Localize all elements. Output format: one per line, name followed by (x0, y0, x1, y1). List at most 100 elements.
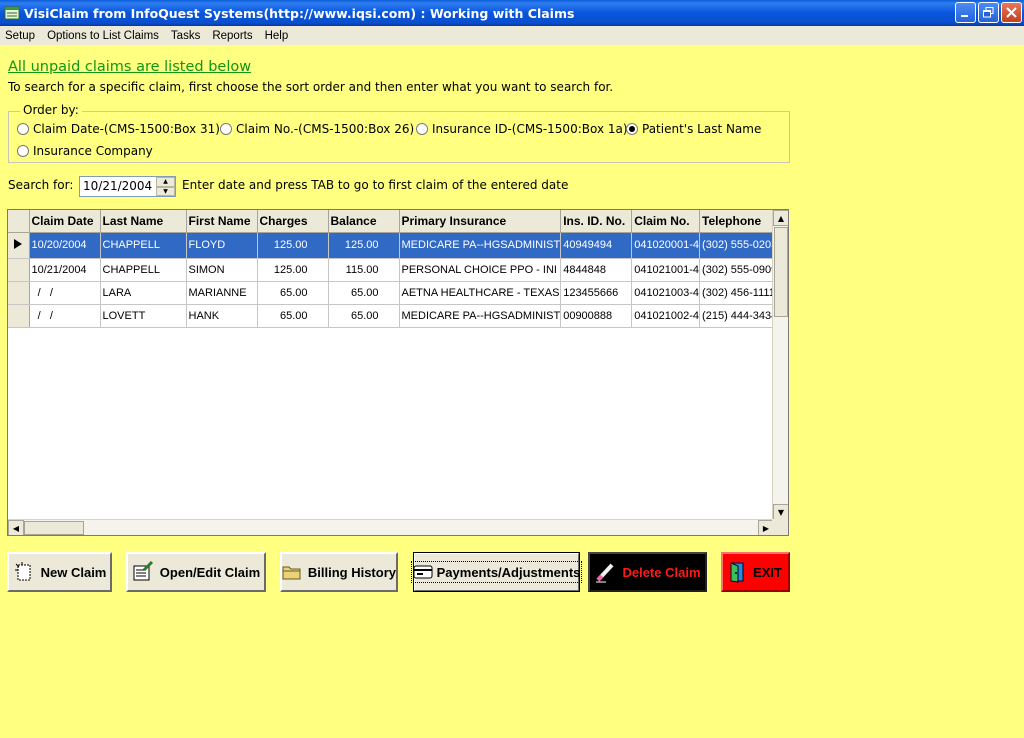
cell-primary-insurance[interactable]: MEDICARE PA--HGSADMINIST (399, 232, 562, 259)
menu-tasks[interactable]: Tasks (165, 30, 206, 42)
cell-last-name[interactable]: CHAPPELL (100, 232, 187, 259)
cell-ins-id[interactable]: 4844848 (560, 258, 633, 282)
column-header[interactable]: Balance (328, 210, 400, 233)
radio-claim-no[interactable]: Claim No.-(CMS-1500:Box 26) (220, 122, 414, 136)
cell-first-name[interactable]: HANK (186, 304, 258, 328)
eraser-icon (596, 563, 614, 583)
cell-claim-date[interactable]: 10/21/2004 (29, 258, 101, 282)
table-row[interactable]: / / LOVETT HANK 65.00 65.00 MEDICARE PA-… (8, 304, 785, 328)
radio-insurance-company[interactable]: Insurance Company (17, 144, 153, 158)
horizontal-scroll-thumb[interactable] (24, 521, 84, 535)
cell-charges[interactable]: 65.00 (257, 281, 329, 305)
header-row: Claim Date Last Name First Name Charges … (8, 210, 785, 233)
open-edit-claim-button[interactable]: Open/Edit Claim (126, 552, 266, 592)
cell-balance[interactable]: 115.00 (328, 258, 400, 282)
radio-insurance-id[interactable]: Insurance ID-(CMS-1500:Box 1a) (416, 122, 628, 136)
billing-history-button[interactable]: Billing History (280, 552, 398, 592)
cell-charges[interactable]: 125.00 (257, 232, 329, 259)
radio-claim-date[interactable]: Claim Date-(CMS-1500:Box 31) (17, 122, 220, 136)
cell-first-name[interactable]: SIMON (186, 258, 258, 282)
cell-ins-id[interactable]: 40949494 (560, 232, 633, 259)
close-button[interactable] (1001, 2, 1022, 23)
exit-button[interactable]: EXIT (721, 552, 790, 592)
table-row[interactable]: 10/21/2004 CHAPPELL SIMON 125.00 115.00 … (8, 258, 785, 282)
column-header[interactable]: Claim No. (631, 210, 701, 233)
column-header[interactable]: Ins. ID. No. (560, 210, 633, 233)
cell-claim-date[interactable]: / / (29, 304, 101, 328)
cell-first-name[interactable]: FLOYD (186, 232, 258, 259)
cell-primary-insurance[interactable]: AETNA HEALTHCARE - TEXAS (399, 281, 562, 305)
radio-circle (17, 123, 29, 135)
cell-primary-insurance[interactable]: PERSONAL CHOICE PPO - INI (399, 258, 562, 282)
vertical-scroll-thumb[interactable] (774, 227, 788, 317)
restore-button[interactable] (978, 2, 999, 23)
row-selector-header (8, 210, 30, 233)
open-edit-claim-label: Open/Edit Claim (159, 564, 261, 580)
delete-claim-button[interactable]: Delete Claim (588, 552, 707, 592)
column-header[interactable]: Last Name (100, 210, 187, 233)
column-header[interactable]: Claim Date (29, 210, 101, 233)
column-header[interactable]: Telephone (699, 210, 785, 233)
menu-reports[interactable]: Reports (206, 30, 258, 42)
cell-claim-no[interactable]: 041021003-4 (631, 281, 701, 305)
cell-last-name[interactable]: CHAPPELL (100, 258, 187, 282)
cell-telephone[interactable]: (215) 444-3434 (699, 304, 785, 328)
cell-telephone[interactable]: (302) 555-0909 (699, 258, 785, 282)
spin-down-icon[interactable]: ▼ (156, 186, 175, 196)
cell-balance[interactable]: 65.00 (328, 281, 400, 305)
cell-last-name[interactable]: LARA (100, 281, 187, 305)
row-selector[interactable] (8, 304, 30, 328)
new-claim-button[interactable]: New Claim (7, 552, 112, 592)
payments-adjustments-button[interactable]: Payments/Adjustments (410, 552, 583, 592)
app-icon (4, 5, 20, 21)
payments-adjustments-inner: Payments/Adjustments (410, 561, 583, 583)
billing-history-label: Billing History (307, 564, 396, 580)
spin-up-icon[interactable]: ▲ (156, 177, 175, 187)
minimize-icon (961, 15, 968, 17)
cell-charges[interactable]: 125.00 (257, 258, 329, 282)
cell-claim-date[interactable]: / / (29, 281, 101, 305)
menu-options-to-list-claims[interactable]: Options to List Claims (41, 30, 165, 42)
cell-telephone[interactable]: (302) 456-1111 (699, 281, 785, 305)
cell-claim-no[interactable]: 041020001-4 (631, 232, 701, 259)
folder-icon (282, 566, 301, 580)
radio-patient-last-name[interactable]: Patient's Last Name (626, 122, 761, 136)
edit-form-icon (133, 561, 153, 581)
cell-last-name[interactable]: LOVETT (100, 304, 187, 328)
new-claim-label: New Claim (40, 564, 107, 580)
scroll-down-icon[interactable]: ▼ (773, 504, 788, 520)
cell-claim-date[interactable]: 10/20/2004 (29, 232, 101, 259)
horizontal-scrollbar[interactable]: ◀ ▶ (8, 519, 774, 535)
menu-help[interactable]: Help (259, 30, 295, 42)
cell-balance[interactable]: 125.00 (328, 232, 400, 259)
column-header[interactable]: Charges (257, 210, 329, 233)
menu-setup[interactable]: Setup (0, 30, 41, 42)
row-selector[interactable] (8, 232, 30, 259)
radio-label: Insurance Company (33, 144, 153, 158)
new-document-icon (14, 562, 31, 581)
claims-grid[interactable]: Claim Date Last Name First Name Charges … (7, 209, 789, 536)
search-label: Search for: (8, 178, 74, 192)
minimize-button[interactable] (955, 2, 976, 23)
radio-label: Claim Date-(CMS-1500:Box 31) (33, 122, 220, 136)
date-spinner[interactable]: ▲ ▼ (156, 177, 175, 196)
table-row[interactable]: 10/20/2004 CHAPPELL FLOYD 125.00 125.00 … (8, 232, 785, 259)
row-selector[interactable] (8, 281, 30, 305)
column-header[interactable]: Primary Insurance (399, 210, 562, 233)
scroll-left-icon[interactable]: ◀ (8, 520, 24, 535)
scroll-up-icon[interactable]: ▲ (773, 210, 788, 226)
cell-claim-no[interactable]: 041021001-4 (631, 258, 701, 282)
cell-telephone[interactable]: (302) 555-0203 (699, 232, 785, 259)
cell-first-name[interactable]: MARIANNE (186, 281, 258, 305)
cell-balance[interactable]: 65.00 (328, 304, 400, 328)
row-selector[interactable] (8, 258, 30, 282)
cell-primary-insurance[interactable]: MEDICARE PA--HGSADMINIST (399, 304, 562, 328)
cell-charges[interactable]: 65.00 (257, 304, 329, 328)
radio-circle (220, 123, 232, 135)
cell-ins-id[interactable]: 123455666 (560, 281, 633, 305)
table-row[interactable]: / / LARA MARIANNE 65.00 65.00 AETNA HEAL… (8, 281, 785, 305)
cell-ins-id[interactable]: 00900888 (560, 304, 633, 328)
vertical-scrollbar[interactable]: ▲ ▼ (772, 210, 788, 520)
cell-claim-no[interactable]: 041021002-4 (631, 304, 701, 328)
column-header[interactable]: First Name (186, 210, 258, 233)
